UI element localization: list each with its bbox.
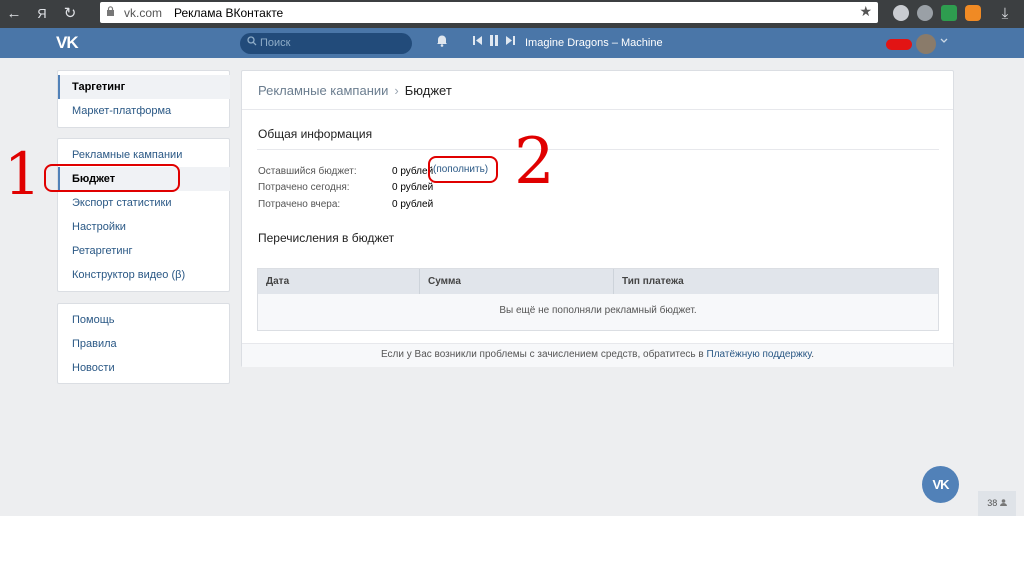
- sidebar-group-campaigns: Рекламные кампании Бюджет Экспорт статис…: [57, 138, 230, 292]
- bookmark-star-icon[interactable]: ★: [859, 3, 872, 20]
- transfers-table: Дата Сумма Тип платежа Вы ещё не пополня…: [257, 268, 939, 331]
- pause-icon[interactable]: [490, 35, 498, 49]
- annotation-number-two: 2: [514, 125, 555, 199]
- column-payment-type[interactable]: Тип платежа: [613, 269, 938, 294]
- bell-icon[interactable]: [436, 34, 448, 50]
- search-placeholder: Поиск: [260, 37, 291, 49]
- search-input[interactable]: Поиск: [240, 33, 412, 54]
- annotation-number-one: 1: [4, 140, 41, 208]
- sidebar-item-market-platform[interactable]: Маркет-платформа: [58, 99, 230, 123]
- sidebar-item-targeting[interactable]: Таргетинг: [58, 75, 230, 99]
- download-icon[interactable]: ⤓: [991, 0, 1019, 28]
- support-note-end: .: [811, 349, 815, 360]
- sidebar-item-video-constructor[interactable]: Конструктор видео (β): [58, 263, 230, 287]
- s-extension-icon[interactable]: [941, 5, 957, 21]
- sidebar-item-rules[interactable]: Правила: [58, 332, 230, 356]
- now-playing-track[interactable]: Imagine Dragons – Machine: [525, 37, 663, 49]
- extension-icon[interactable]: [965, 5, 981, 21]
- budget-panel: Рекламные кампании › Бюджет Общая информац…: [241, 70, 954, 367]
- chevron-down-icon[interactable]: [940, 36, 948, 46]
- address-bar[interactable]: vk.com Реклама ВКонтакте ★: [100, 2, 878, 23]
- support-note: Если у Вас возникли проблемы с зачислени…: [242, 349, 953, 360]
- table-header: Дата Сумма Тип платежа: [258, 269, 938, 294]
- online-count: 38: [987, 498, 998, 508]
- column-date[interactable]: Дата: [258, 269, 419, 294]
- divider: [242, 109, 953, 110]
- sidebar-item-export-stats[interactable]: Экспорт статистики: [58, 191, 230, 215]
- audio-player: [473, 35, 515, 49]
- user-icon: [999, 498, 1007, 508]
- vk-logo[interactable]: VK: [56, 33, 79, 53]
- spent-yesterday-label: Потрачено вчера:: [258, 199, 341, 210]
- remaining-budget-label: Оставшийся бюджет:: [258, 166, 357, 177]
- sidebar-group-ads: Таргетинг Маркет-платформа: [57, 70, 230, 128]
- sidebar-item-help[interactable]: Помощь: [58, 308, 230, 332]
- breadcrumb-current: Бюджет: [404, 83, 452, 98]
- spent-today-label: Потрачено сегодня:: [258, 182, 350, 193]
- lock-icon: [100, 5, 120, 20]
- search-icon: [247, 33, 257, 54]
- address-title: Реклама ВКонтакте: [174, 5, 284, 20]
- globe-extension-icon[interactable]: [917, 5, 933, 21]
- sidebar-group-help: Помощь Правила Новости: [57, 303, 230, 384]
- general-info-title: Общая информация: [258, 127, 373, 141]
- sidebar-item-retargeting[interactable]: Ретаргетинг: [58, 239, 230, 263]
- address-domain: vk.com: [124, 5, 163, 20]
- support-note-text: Если у Вас возникли проблемы с зачислени…: [380, 349, 707, 360]
- avatar[interactable]: [916, 34, 936, 54]
- vk-header: VK Поиск Imagine Dragons – Machine: [0, 28, 1024, 58]
- payment-support-link[interactable]: Платёжную поддержку: [707, 349, 812, 360]
- vk-messenger-button[interactable]: VK: [922, 466, 959, 503]
- transfers-title: Перечисления в бюджет: [258, 231, 395, 245]
- reload-icon[interactable]: ↻: [56, 0, 84, 28]
- empty-table-message: Вы ещё не пополняли рекламный бюджет.: [499, 305, 697, 316]
- spent-yesterday-value: 0 рублей: [392, 199, 434, 210]
- next-track-icon[interactable]: [506, 36, 515, 48]
- column-amount[interactable]: Сумма: [419, 269, 613, 294]
- annotation-ring-refill: [428, 156, 498, 183]
- remaining-budget-value: 0 рублей: [392, 166, 434, 177]
- breadcrumb-campaigns-link[interactable]: Рекламные кампании: [258, 83, 388, 98]
- sidebar-item-settings[interactable]: Настройки: [58, 215, 230, 239]
- back-icon[interactable]: ←: [0, 0, 28, 28]
- annotation-ring-budget: [44, 164, 180, 192]
- breadcrumb: Рекламные кампании › Бюджет: [258, 83, 452, 98]
- previous-track-icon[interactable]: [473, 36, 482, 48]
- redacted-username: [886, 39, 912, 50]
- spent-today-value: 0 рублей: [392, 182, 434, 193]
- browser-toolbar: ← Я ↻ vk.com Реклама ВКонтакте ★ ⤓: [0, 0, 1024, 28]
- divider: [257, 149, 939, 150]
- sidebar-item-news[interactable]: Новости: [58, 356, 230, 380]
- yandex-button[interactable]: Я: [28, 0, 56, 28]
- online-counter[interactable]: 38: [978, 491, 1016, 516]
- shield-extension-icon[interactable]: [893, 5, 909, 21]
- bottom-blank: [0, 516, 1024, 576]
- breadcrumb-separator: ›: [394, 83, 399, 98]
